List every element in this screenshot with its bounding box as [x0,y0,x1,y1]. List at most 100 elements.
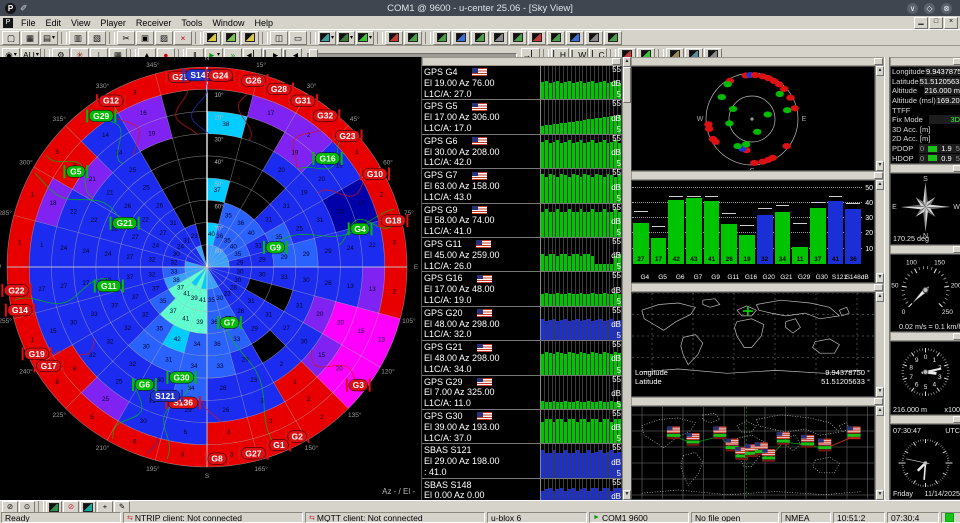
panel-hscrollbar[interactable] [890,57,960,66]
altimeter-panel[interactable]: 0123456789216.000 mx100 [890,332,960,415]
view-window-button-4[interactable] [452,31,470,45]
satellite-row[interactable]: GPS G6El 30.00 Az 208.00L1C/A: 42.055dB5 [422,135,622,169]
panel-hscrollbar[interactable] [890,332,960,341]
view-window-button-8[interactable] [528,31,546,45]
chart-view-dropdown-1[interactable]: ▾ [318,31,336,45]
scroll-thumb[interactable] [623,67,631,103]
satellite-row[interactable]: GPS G11El 45.00 Az 259.00L1C/A: 26.055dB… [422,238,622,272]
minimize-window-button[interactable]: ∨ [907,3,918,14]
mdi-close-button[interactable]: × [944,17,958,29]
clock-panel[interactable]: 07:30:47UTCFriday11/14/2025 [890,415,960,500]
menu-file[interactable]: File [16,18,41,28]
panel-vscrollbar[interactable]: ▲▼ [875,292,884,397]
mdi-minimize-button[interactable]: ▁ [914,17,928,29]
view-window-button-3[interactable] [433,31,451,45]
view-window-button-1[interactable] [385,31,403,45]
svg-text:0: 0 [924,354,928,361]
menu-edit[interactable]: Edit [41,18,67,28]
sky-view-plot[interactable]: Az - / El - 4231232133121336581211323317… [0,57,422,500]
new-file-button[interactable]: ▢ [2,31,20,45]
panel-hscrollbar[interactable] [631,171,884,180]
panel-hscrollbar[interactable] [890,164,960,173]
satellite-row[interactable]: GPS G29El 7.00 Az 325.00L1C/A: 11.055dB5 [422,376,622,410]
print-preview-button[interactable]: ▧ [88,31,106,45]
panel-hscrollbar[interactable] [631,283,884,292]
satellite-list-hscrollbar[interactable] [422,57,622,66]
cut-button[interactable]: ✂ [117,31,135,45]
print-button[interactable]: ▥ [69,31,87,45]
satellite-name: SBAS S148 [424,480,540,491]
levels-category-label: S148dB [844,274,870,281]
panel-hscrollbar[interactable] [890,245,960,254]
globe-button-icon [49,503,59,512]
view-window-button-2[interactable] [404,31,422,45]
panel-vscrollbar[interactable]: ▲▼ [875,180,884,283]
dock-view-button-1[interactable] [203,31,221,45]
status-bar: Ready ⇆NTRIP client: Not connected⇆MQTT … [0,512,960,523]
svg-text:3: 3 [393,239,397,246]
dock-view-button-2[interactable] [222,31,240,45]
svg-text:36: 36 [216,233,224,240]
svg-text:E: E [414,264,419,271]
satellite-row[interactable]: GPS G20El 48.00 Az 298.00L1C/A: 32.055dB… [422,307,622,341]
world-position-panel[interactable]: Longitude9.94378750 °Latitude51.51205633… [631,283,884,397]
view-window-button-5[interactable] [471,31,489,45]
view-window-button-9[interactable] [547,31,565,45]
menu-view[interactable]: View [66,18,95,28]
tile-horizontal-button[interactable]: ◫ [270,31,288,45]
speedometer-panel[interactable]: 0501001502002500.02 m/s = 0.1 km/h [890,245,960,332]
menu-window[interactable]: Window [207,18,249,28]
panel-vscrollbar[interactable]: ▲▼ [875,66,884,171]
chart-view-dropdown-2[interactable]: ▾ [337,31,355,45]
navigation-data-panel[interactable]: Longitude9.94378750 °Latitude51.51205633… [890,57,960,164]
paste-button[interactable]: ▨ [155,31,173,45]
satellite-ground-track-panel[interactable]: ▲▼ [631,397,884,500]
signal-levels-panel[interactable]: 102030405027G417G542G643G741G926G1119G16… [631,171,884,283]
levels-bar [686,198,702,264]
satellite-row[interactable]: GPS G30El 39.00 Az 193.00L1C/A: 37.055dB… [422,410,622,444]
menu-receiver[interactable]: Receiver [131,18,177,28]
scroll-down-icon[interactable]: ▼ [623,490,631,500]
svg-text:33: 33 [281,274,289,281]
maximize-window-button[interactable]: ◇ [924,3,935,14]
svg-text:1: 1 [40,242,44,249]
satellite-row[interactable]: GPS G5El 17.00 Az 306.00L1C/A: 17.055dB5 [422,100,622,134]
delete-button[interactable]: × [174,31,192,45]
satellite-row[interactable]: GPS G9El 58.00 Az 74.00L1C/A: 41.055dB5 [422,204,622,238]
panel-vscrollbar[interactable]: ▲▼ [875,406,884,500]
panel-hscrollbar[interactable] [631,397,884,406]
scroll-up-icon[interactable]: ▲ [623,57,631,67]
satellite-row[interactable]: GPS G7El 63.00 Az 158.00L1C/A: 43.055dB5 [422,169,622,203]
svg-text:2: 2 [393,289,397,296]
satellite-row[interactable]: GPS G21El 48.00 Az 298.00L1C/A: 34.055dB… [422,341,622,375]
satellite-row[interactable]: GPS G4El 19.00 Az 76.00L1C/A: 27.055dB5 [422,66,622,100]
mdi-restore-button[interactable]: □ [929,17,943,29]
compass-panel[interactable]: SWNE170.25 deg [890,164,960,245]
view-window-button-10[interactable] [566,31,584,45]
satellite-name: SBAS S121 [424,445,540,456]
mini-sky-satellite-dot [776,91,784,97]
save-button[interactable]: ▦ [21,31,39,45]
chart-view-dropdown-3[interactable]: ▾ [356,31,374,45]
panel-hscrollbar[interactable] [890,415,960,424]
view-window-button-7[interactable] [509,31,527,45]
menu-tools[interactable]: Tools [176,18,207,28]
close-window-button[interactable]: ⊗ [941,3,952,14]
tile-vertical-button[interactable]: ▭ [289,31,307,45]
open-file-button[interactable]: ▤▾ [40,31,58,45]
view-window-button-12[interactable] [604,31,622,45]
menu-help[interactable]: Help [249,18,278,28]
levels-value-label: 41 [827,256,845,263]
copy-button[interactable]: ▣ [136,31,154,45]
satellite-row[interactable]: SBAS S121El 29.00 Az 198.00: 41.055dB5 [422,444,622,478]
dock-view-button-3[interactable] [241,31,259,45]
mdi-system-icon[interactable]: P [3,18,13,28]
svg-text:8: 8 [73,365,77,372]
panel-hscrollbar[interactable] [631,57,884,66]
satellite-list-vscrollbar[interactable]: ▲ ▼ [622,57,631,500]
satellite-row[interactable]: GPS G16El 17.00 Az 48.00L1C/A: 19.055dB5 [422,272,622,306]
menu-player[interactable]: Player [95,18,131,28]
mini-sky-view-panel[interactable]: WES ▲▼ [631,57,884,171]
view-window-button-6[interactable] [490,31,508,45]
view-window-button-11[interactable] [585,31,603,45]
